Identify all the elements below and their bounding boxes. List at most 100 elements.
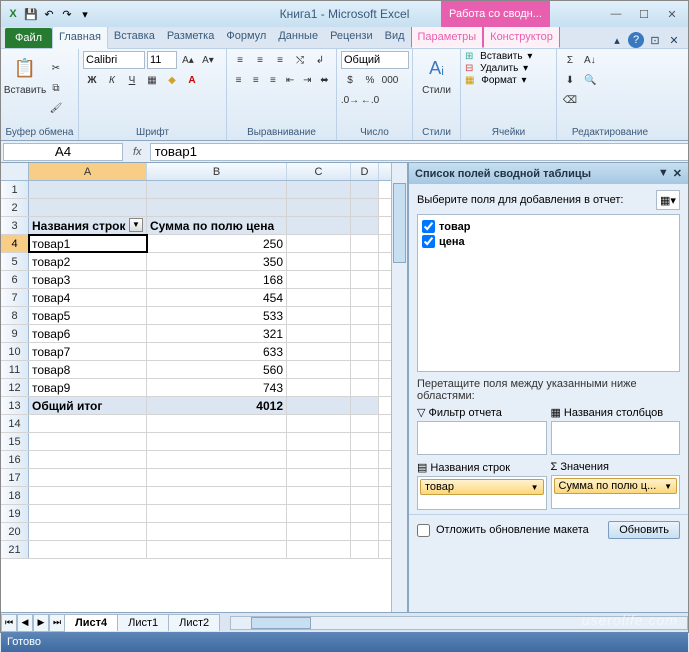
- sort-filter-icon[interactable]: A↓: [581, 51, 599, 69]
- fill-color-icon[interactable]: ◆: [163, 71, 181, 89]
- filter-dropdown-icon[interactable]: ▼: [129, 218, 143, 232]
- find-icon[interactable]: 🔍: [581, 71, 599, 89]
- cell[interactable]: [351, 307, 379, 324]
- ribbon-tab-конструктор[interactable]: Конструктор: [483, 26, 560, 48]
- comma-icon[interactable]: 000: [381, 71, 399, 89]
- formula-input[interactable]: [150, 143, 688, 161]
- chevron-down-icon[interactable]: ▼: [658, 167, 669, 180]
- cell[interactable]: [351, 397, 379, 414]
- cell[interactable]: [351, 325, 379, 342]
- align-left-icon[interactable]: ≡: [231, 71, 246, 89]
- update-button[interactable]: Обновить: [608, 521, 680, 539]
- pivot-field-list[interactable]: товарцена: [417, 214, 680, 372]
- format-painter-icon[interactable]: 🖌: [47, 100, 65, 118]
- sheet-tab[interactable]: Лист2: [168, 614, 220, 631]
- row-header[interactable]: 9: [1, 325, 29, 342]
- cell[interactable]: [287, 379, 351, 396]
- decrease-decimal-icon[interactable]: ←.0: [361, 91, 379, 109]
- cell[interactable]: [147, 505, 287, 522]
- redo-icon[interactable]: ↷: [59, 6, 75, 22]
- value-field-chip[interactable]: Сумма по полю ц...▼: [554, 478, 678, 494]
- cell[interactable]: [287, 307, 351, 324]
- filter-drop-zone[interactable]: [417, 421, 547, 455]
- ribbon-tab-формул[interactable]: Формул: [220, 26, 272, 48]
- cell[interactable]: [351, 199, 379, 216]
- cell[interactable]: [29, 451, 147, 468]
- align-center-icon[interactable]: ≡: [248, 71, 263, 89]
- row-field-chip[interactable]: товар▼: [420, 479, 544, 495]
- cell[interactable]: [351, 181, 379, 198]
- cell[interactable]: [29, 487, 147, 504]
- cell[interactable]: 4012: [147, 397, 287, 414]
- save-icon[interactable]: 💾: [23, 6, 39, 22]
- name-box[interactable]: [3, 143, 123, 161]
- cell[interactable]: 454: [147, 289, 287, 306]
- cell[interactable]: [287, 541, 351, 558]
- minimize-ribbon-icon[interactable]: ▴: [609, 32, 625, 48]
- delete-cells-button[interactable]: ⊟ Удалить ▾: [465, 63, 552, 74]
- cell[interactable]: [351, 217, 379, 234]
- merge-icon[interactable]: ⬌: [317, 71, 332, 89]
- column-header[interactable]: B: [147, 163, 287, 180]
- column-header[interactable]: A: [29, 163, 147, 180]
- row-header[interactable]: 8: [1, 307, 29, 324]
- ribbon-tab-параметры[interactable]: Параметры: [411, 26, 484, 48]
- scrollbar-thumb[interactable]: [393, 183, 406, 263]
- cell[interactable]: [29, 469, 147, 486]
- row-header[interactable]: 10: [1, 343, 29, 360]
- first-sheet-button[interactable]: ⏮: [1, 614, 17, 632]
- cell[interactable]: 350: [147, 253, 287, 270]
- cell[interactable]: [29, 433, 147, 450]
- row-header[interactable]: 4: [1, 235, 29, 252]
- cell[interactable]: [287, 199, 351, 216]
- cell[interactable]: [351, 469, 379, 486]
- font-color-icon[interactable]: A: [183, 71, 201, 89]
- cell[interactable]: [351, 415, 379, 432]
- cell[interactable]: 168: [147, 271, 287, 288]
- columns-drop-zone[interactable]: [551, 421, 681, 455]
- cell[interactable]: [351, 523, 379, 540]
- select-all-corner[interactable]: [1, 163, 29, 180]
- cell[interactable]: [351, 235, 379, 252]
- maximize-button[interactable]: ☐: [632, 6, 656, 22]
- cell[interactable]: товар5: [29, 307, 147, 324]
- clear-icon[interactable]: ⌫: [561, 91, 579, 109]
- cell[interactable]: [287, 325, 351, 342]
- copy-icon[interactable]: ⧉: [47, 80, 65, 98]
- row-header[interactable]: 17: [1, 469, 29, 486]
- row-header[interactable]: 21: [1, 541, 29, 558]
- align-bottom-icon[interactable]: ≡: [271, 51, 289, 69]
- cell[interactable]: [29, 505, 147, 522]
- field-checkbox[interactable]: [422, 235, 435, 248]
- cell[interactable]: [29, 523, 147, 540]
- undo-icon[interactable]: ↶: [41, 6, 57, 22]
- cell[interactable]: товар3: [29, 271, 147, 288]
- align-top-icon[interactable]: ≡: [231, 51, 249, 69]
- autosum-icon[interactable]: Σ: [561, 51, 579, 69]
- cell[interactable]: [287, 451, 351, 468]
- align-right-icon[interactable]: ≡: [265, 71, 280, 89]
- sheet-tab[interactable]: Лист4: [64, 614, 118, 631]
- ribbon-tab-рецензи[interactable]: Рецензи: [324, 26, 379, 48]
- cell[interactable]: [351, 253, 379, 270]
- cut-icon[interactable]: ✂: [47, 60, 65, 78]
- horizontal-scrollbar[interactable]: [230, 616, 688, 630]
- currency-icon[interactable]: $: [341, 71, 359, 89]
- cell[interactable]: [287, 397, 351, 414]
- grow-font-icon[interactable]: A▴: [179, 51, 197, 69]
- cell[interactable]: товар9: [29, 379, 147, 396]
- cell[interactable]: [287, 523, 351, 540]
- cell[interactable]: [147, 469, 287, 486]
- increase-decimal-icon[interactable]: .0→: [341, 91, 359, 109]
- prev-sheet-button[interactable]: ◀: [17, 614, 33, 632]
- close-workbook-icon[interactable]: ✕: [666, 32, 682, 48]
- cell[interactable]: [351, 379, 379, 396]
- styles-button[interactable]: Aᵢ Стили: [417, 51, 456, 126]
- border-icon[interactable]: ▦: [143, 71, 161, 89]
- row-header[interactable]: 18: [1, 487, 29, 504]
- format-cells-button[interactable]: ▦ Формат ▾: [465, 75, 552, 86]
- cell[interactable]: [351, 505, 379, 522]
- paste-button[interactable]: 📋 Вставить: [5, 51, 45, 126]
- cell[interactable]: [287, 235, 351, 252]
- values-drop-zone[interactable]: Сумма по полю ц...▼: [551, 475, 681, 509]
